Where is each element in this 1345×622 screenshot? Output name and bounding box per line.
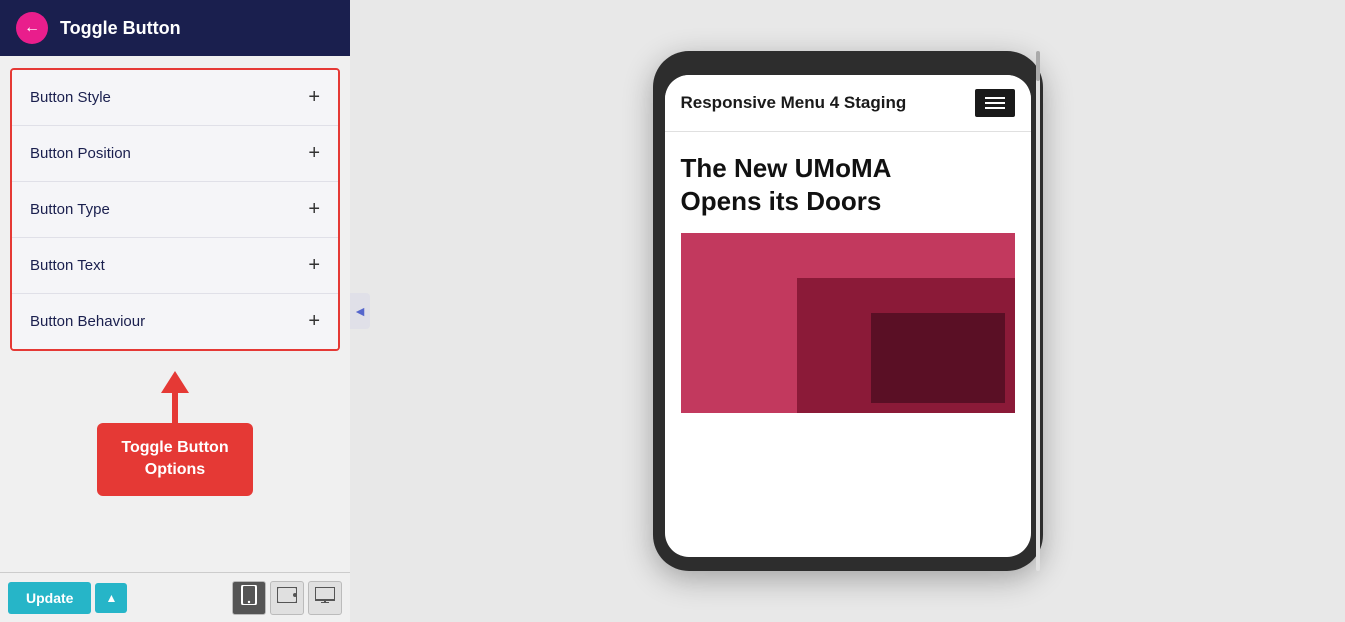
hamburger-line-3 bbox=[985, 107, 1005, 109]
headline-line2: Opens its Doors bbox=[681, 186, 882, 216]
website-hero-image bbox=[681, 233, 1015, 413]
accordion-item-button-style[interactable]: Button Style + bbox=[12, 70, 338, 126]
main-content: ◄ Responsive Menu 4 Staging The New bbox=[350, 0, 1345, 622]
accordion-plus-button-type: + bbox=[308, 198, 320, 221]
back-button[interactable]: ← bbox=[16, 12, 48, 44]
accordion-item-button-type[interactable]: Button Type + bbox=[12, 182, 338, 238]
tooltip-line2: Options bbox=[145, 461, 205, 478]
collapse-arrow-icon: ◄ bbox=[353, 303, 367, 319]
desktop-icon bbox=[315, 587, 335, 608]
accordion-plus-button-style: + bbox=[308, 86, 320, 109]
accordion-plus-button-text: + bbox=[308, 254, 320, 277]
bottom-toolbar: Update ▲ bbox=[0, 572, 350, 622]
arrow-up-icon bbox=[161, 371, 189, 393]
accordion-plus-button-behaviour: + bbox=[308, 310, 320, 333]
accordion-label-button-text: Button Text bbox=[30, 257, 105, 274]
website-logo: Responsive Menu 4 Staging bbox=[681, 93, 907, 113]
accordion-label-button-style: Button Style bbox=[30, 89, 111, 106]
website-hero-inner-block-2 bbox=[871, 313, 1005, 403]
device-desktop-button[interactable] bbox=[308, 581, 342, 615]
panel-title: Toggle Button bbox=[60, 18, 181, 39]
tablet-icon bbox=[277, 587, 297, 608]
arrow-shaft bbox=[172, 393, 178, 423]
hamburger-button[interactable] bbox=[975, 89, 1015, 117]
accordion-item-button-behaviour[interactable]: Button Behaviour + bbox=[12, 294, 338, 349]
accordion-container: Button Style + Button Position + Button … bbox=[10, 68, 340, 351]
device-mobile-button[interactable] bbox=[232, 581, 266, 615]
website-body: The New UMoMA Opens its Doors bbox=[665, 132, 1031, 557]
headline-line1: The New UMoMA bbox=[681, 153, 892, 183]
hamburger-line-2 bbox=[985, 102, 1005, 104]
update-arrow-button[interactable]: ▲ bbox=[95, 583, 127, 613]
accordion-label-button-behaviour: Button Behaviour bbox=[30, 313, 145, 330]
panel-header: ← Toggle Button bbox=[0, 0, 350, 56]
accordion-plus-button-position: + bbox=[308, 142, 320, 165]
update-button[interactable]: Update bbox=[8, 582, 91, 614]
mobile-icon bbox=[241, 585, 257, 610]
back-icon: ← bbox=[24, 19, 40, 37]
accordion-item-button-position[interactable]: Button Position + bbox=[12, 126, 338, 182]
website-header: Responsive Menu 4 Staging bbox=[665, 75, 1031, 132]
phone-mockup: Responsive Menu 4 Staging The New UMoMA … bbox=[653, 51, 1043, 571]
accordion-item-button-text[interactable]: Button Text + bbox=[12, 238, 338, 294]
website-headline: The New UMoMA Opens its Doors bbox=[681, 152, 1015, 217]
phone-notch bbox=[665, 65, 1031, 73]
phone-screen: Responsive Menu 4 Staging The New UMoMA … bbox=[665, 75, 1031, 557]
annotation-area: Toggle Button Options bbox=[0, 371, 350, 496]
device-tablet-button[interactable] bbox=[270, 581, 304, 615]
left-panel: ← Toggle Button Button Style + Button Po… bbox=[0, 0, 350, 622]
toggle-button-options-tooltip: Toggle Button Options bbox=[97, 423, 252, 496]
accordion-label-button-type: Button Type bbox=[30, 201, 110, 218]
collapse-panel-button[interactable]: ◄ bbox=[350, 293, 370, 329]
tooltip-line1: Toggle Button bbox=[121, 439, 228, 456]
hamburger-line-1 bbox=[985, 97, 1005, 99]
accordion-label-button-position: Button Position bbox=[30, 145, 131, 162]
